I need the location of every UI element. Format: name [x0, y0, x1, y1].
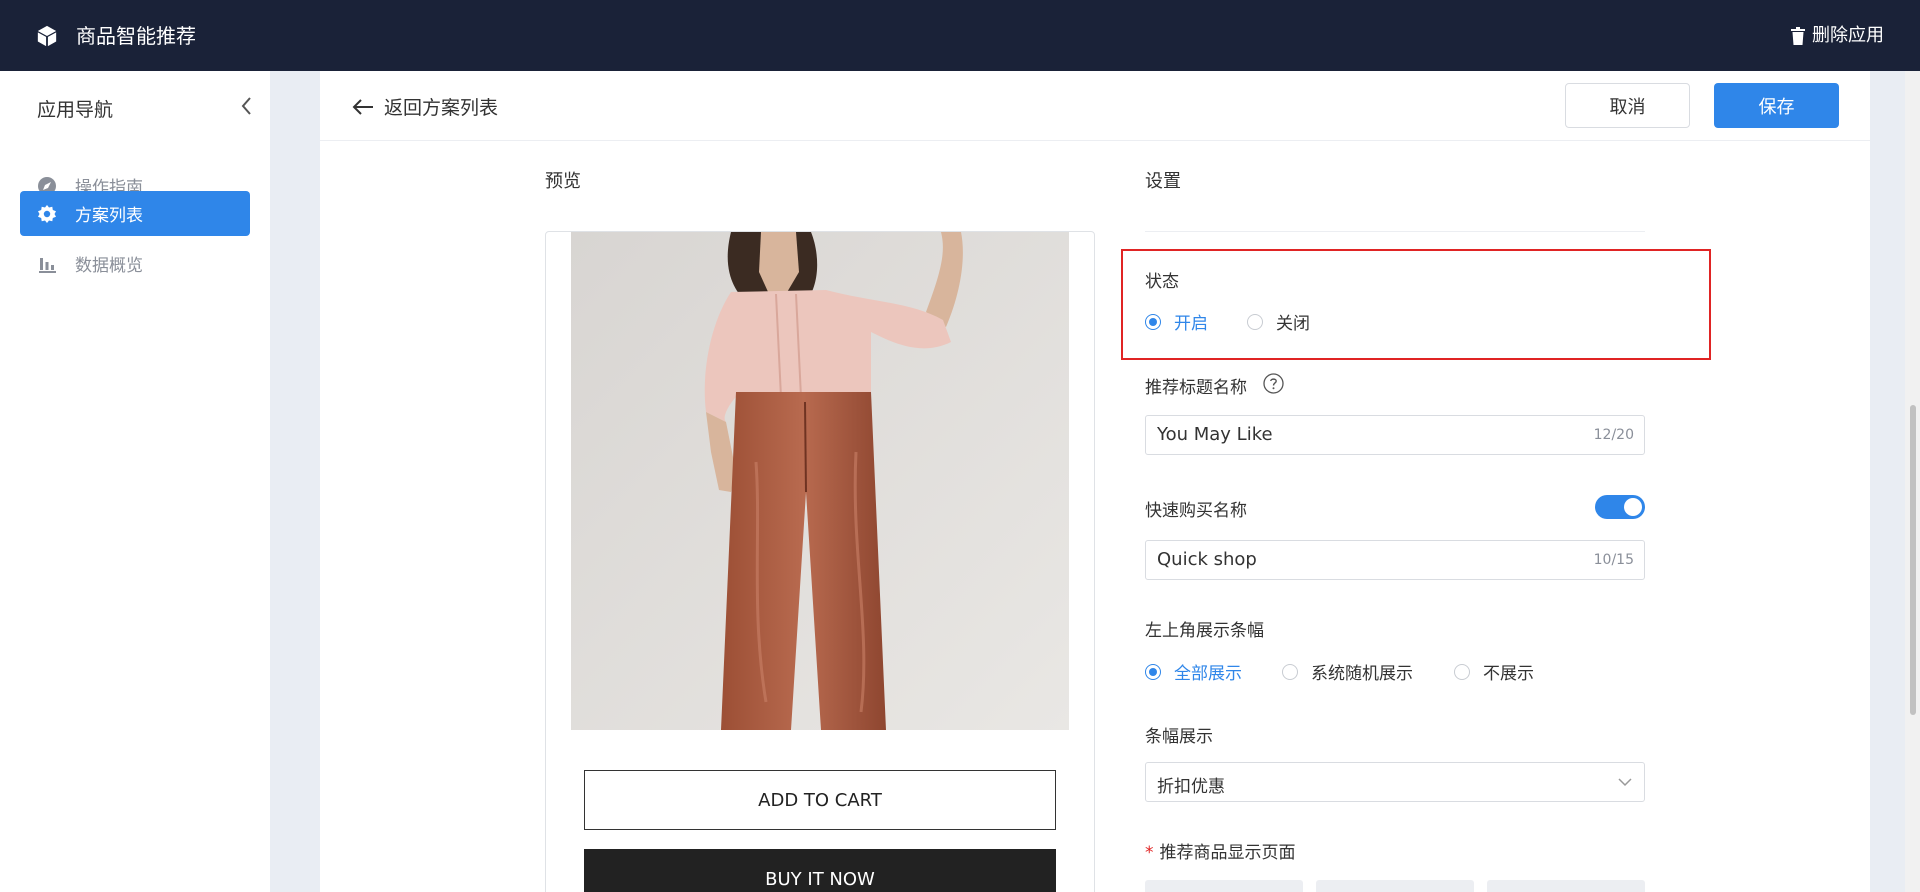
select-value: 折扣优惠: [1157, 777, 1225, 797]
sidebar-item-overview[interactable]: 数据概览: [20, 241, 250, 286]
trash-icon: [1791, 27, 1805, 45]
app-title: 商品智能推荐: [76, 24, 196, 48]
status-highlight-box: [1121, 249, 1711, 360]
scrollbar-thumb[interactable]: [1910, 405, 1916, 715]
back-to-plans-link[interactable]: 返回方案列表: [352, 93, 498, 120]
settings-heading: 设置: [1145, 171, 1181, 192]
top-bar: 商品智能推荐 删除应用: [0, 0, 1920, 71]
panel-header: 返回方案列表 取消 保存: [320, 71, 1870, 141]
product-preview-card: ADD TO CART BUY IT NOW: [545, 231, 1095, 892]
banner-random-radio[interactable]: 系统随机展示: [1282, 659, 1413, 684]
sidebar-item-plans[interactable]: 方案列表: [20, 191, 250, 236]
status-label: 状态: [1145, 272, 1179, 292]
banner-hide-radio[interactable]: 不展示: [1454, 659, 1534, 684]
radio-label: 开启: [1174, 314, 1208, 334]
title-name-label: 推荐标题名称: [1145, 378, 1247, 398]
radio-label: 关闭: [1276, 314, 1310, 334]
gear-icon: [37, 204, 57, 224]
status-off-radio[interactable]: 关闭: [1247, 309, 1310, 334]
radio-label: 系统随机展示: [1311, 664, 1413, 684]
chevron-left-icon[interactable]: [238, 95, 256, 117]
banner-corner-label: 左上角展示条幅: [1145, 621, 1264, 641]
radio-dot: [1145, 663, 1161, 680]
char-counter: 12/20: [1593, 427, 1634, 443]
display-pages-label: * 推荐商品显示页面: [1145, 838, 1296, 863]
sidebar-item-label: 方案列表: [75, 206, 143, 226]
radio-label: 不展示: [1483, 664, 1534, 684]
product-image: [571, 232, 1069, 730]
main-panel: 返回方案列表 取消 保存 预览 设置 ADD TO CART BUY IT NO…: [320, 71, 1870, 892]
quick-buy-input[interactable]: Quick shop 10/15: [1145, 540, 1645, 580]
delete-app-label: 删除应用: [1812, 25, 1884, 46]
input-value: You May Like: [1157, 424, 1273, 445]
title-name-input[interactable]: You May Like 12/20: [1145, 415, 1645, 455]
sidebar-item-label: 数据概览: [75, 256, 143, 276]
page-option-chip[interactable]: [1316, 880, 1474, 892]
arrow-left-icon: [352, 98, 373, 115]
sidebar: 应用导航 操作指南 方案列表 数据概览: [0, 71, 270, 892]
add-to-cart-button[interactable]: ADD TO CART: [584, 770, 1056, 830]
radio-dot: [1145, 313, 1161, 330]
page-option-chip[interactable]: [1487, 880, 1645, 892]
delete-app-button[interactable]: 删除应用: [1790, 24, 1884, 48]
buy-now-button[interactable]: BUY IT NOW: [584, 849, 1056, 892]
radio-dot: [1282, 663, 1298, 680]
sidebar-title: 应用导航: [37, 99, 114, 121]
page-option-chip[interactable]: [1145, 880, 1303, 892]
banner-display-select[interactable]: 折扣优惠: [1145, 762, 1645, 802]
radio-dot: [1247, 313, 1263, 330]
bar-chart-icon: [37, 254, 57, 274]
chevron-down-icon: [1618, 778, 1632, 787]
question-mark-icon[interactable]: [1263, 373, 1284, 394]
save-button[interactable]: 保存: [1714, 83, 1839, 128]
char-counter: 10/15: [1593, 552, 1634, 568]
banner-show-all-radio[interactable]: 全部展示: [1145, 659, 1242, 684]
settings-divider: [1145, 231, 1645, 232]
back-label: 返回方案列表: [384, 97, 499, 119]
radio-label: 全部展示: [1174, 664, 1242, 684]
banner-display-label: 条幅展示: [1145, 727, 1213, 747]
radio-dot: [1454, 663, 1470, 680]
cube-logo-icon: [37, 25, 57, 47]
display-pages-text: 推荐商品显示页面: [1159, 843, 1296, 863]
quick-buy-label: 快速购买名称: [1145, 501, 1247, 521]
quick-buy-toggle[interactable]: [1595, 495, 1645, 519]
required-mark: *: [1145, 843, 1154, 863]
input-value: Quick shop: [1157, 549, 1257, 570]
toggle-knob: [1624, 498, 1642, 516]
preview-heading: 预览: [545, 171, 581, 192]
cancel-button[interactable]: 取消: [1565, 83, 1690, 128]
status-on-radio[interactable]: 开启: [1145, 309, 1208, 334]
